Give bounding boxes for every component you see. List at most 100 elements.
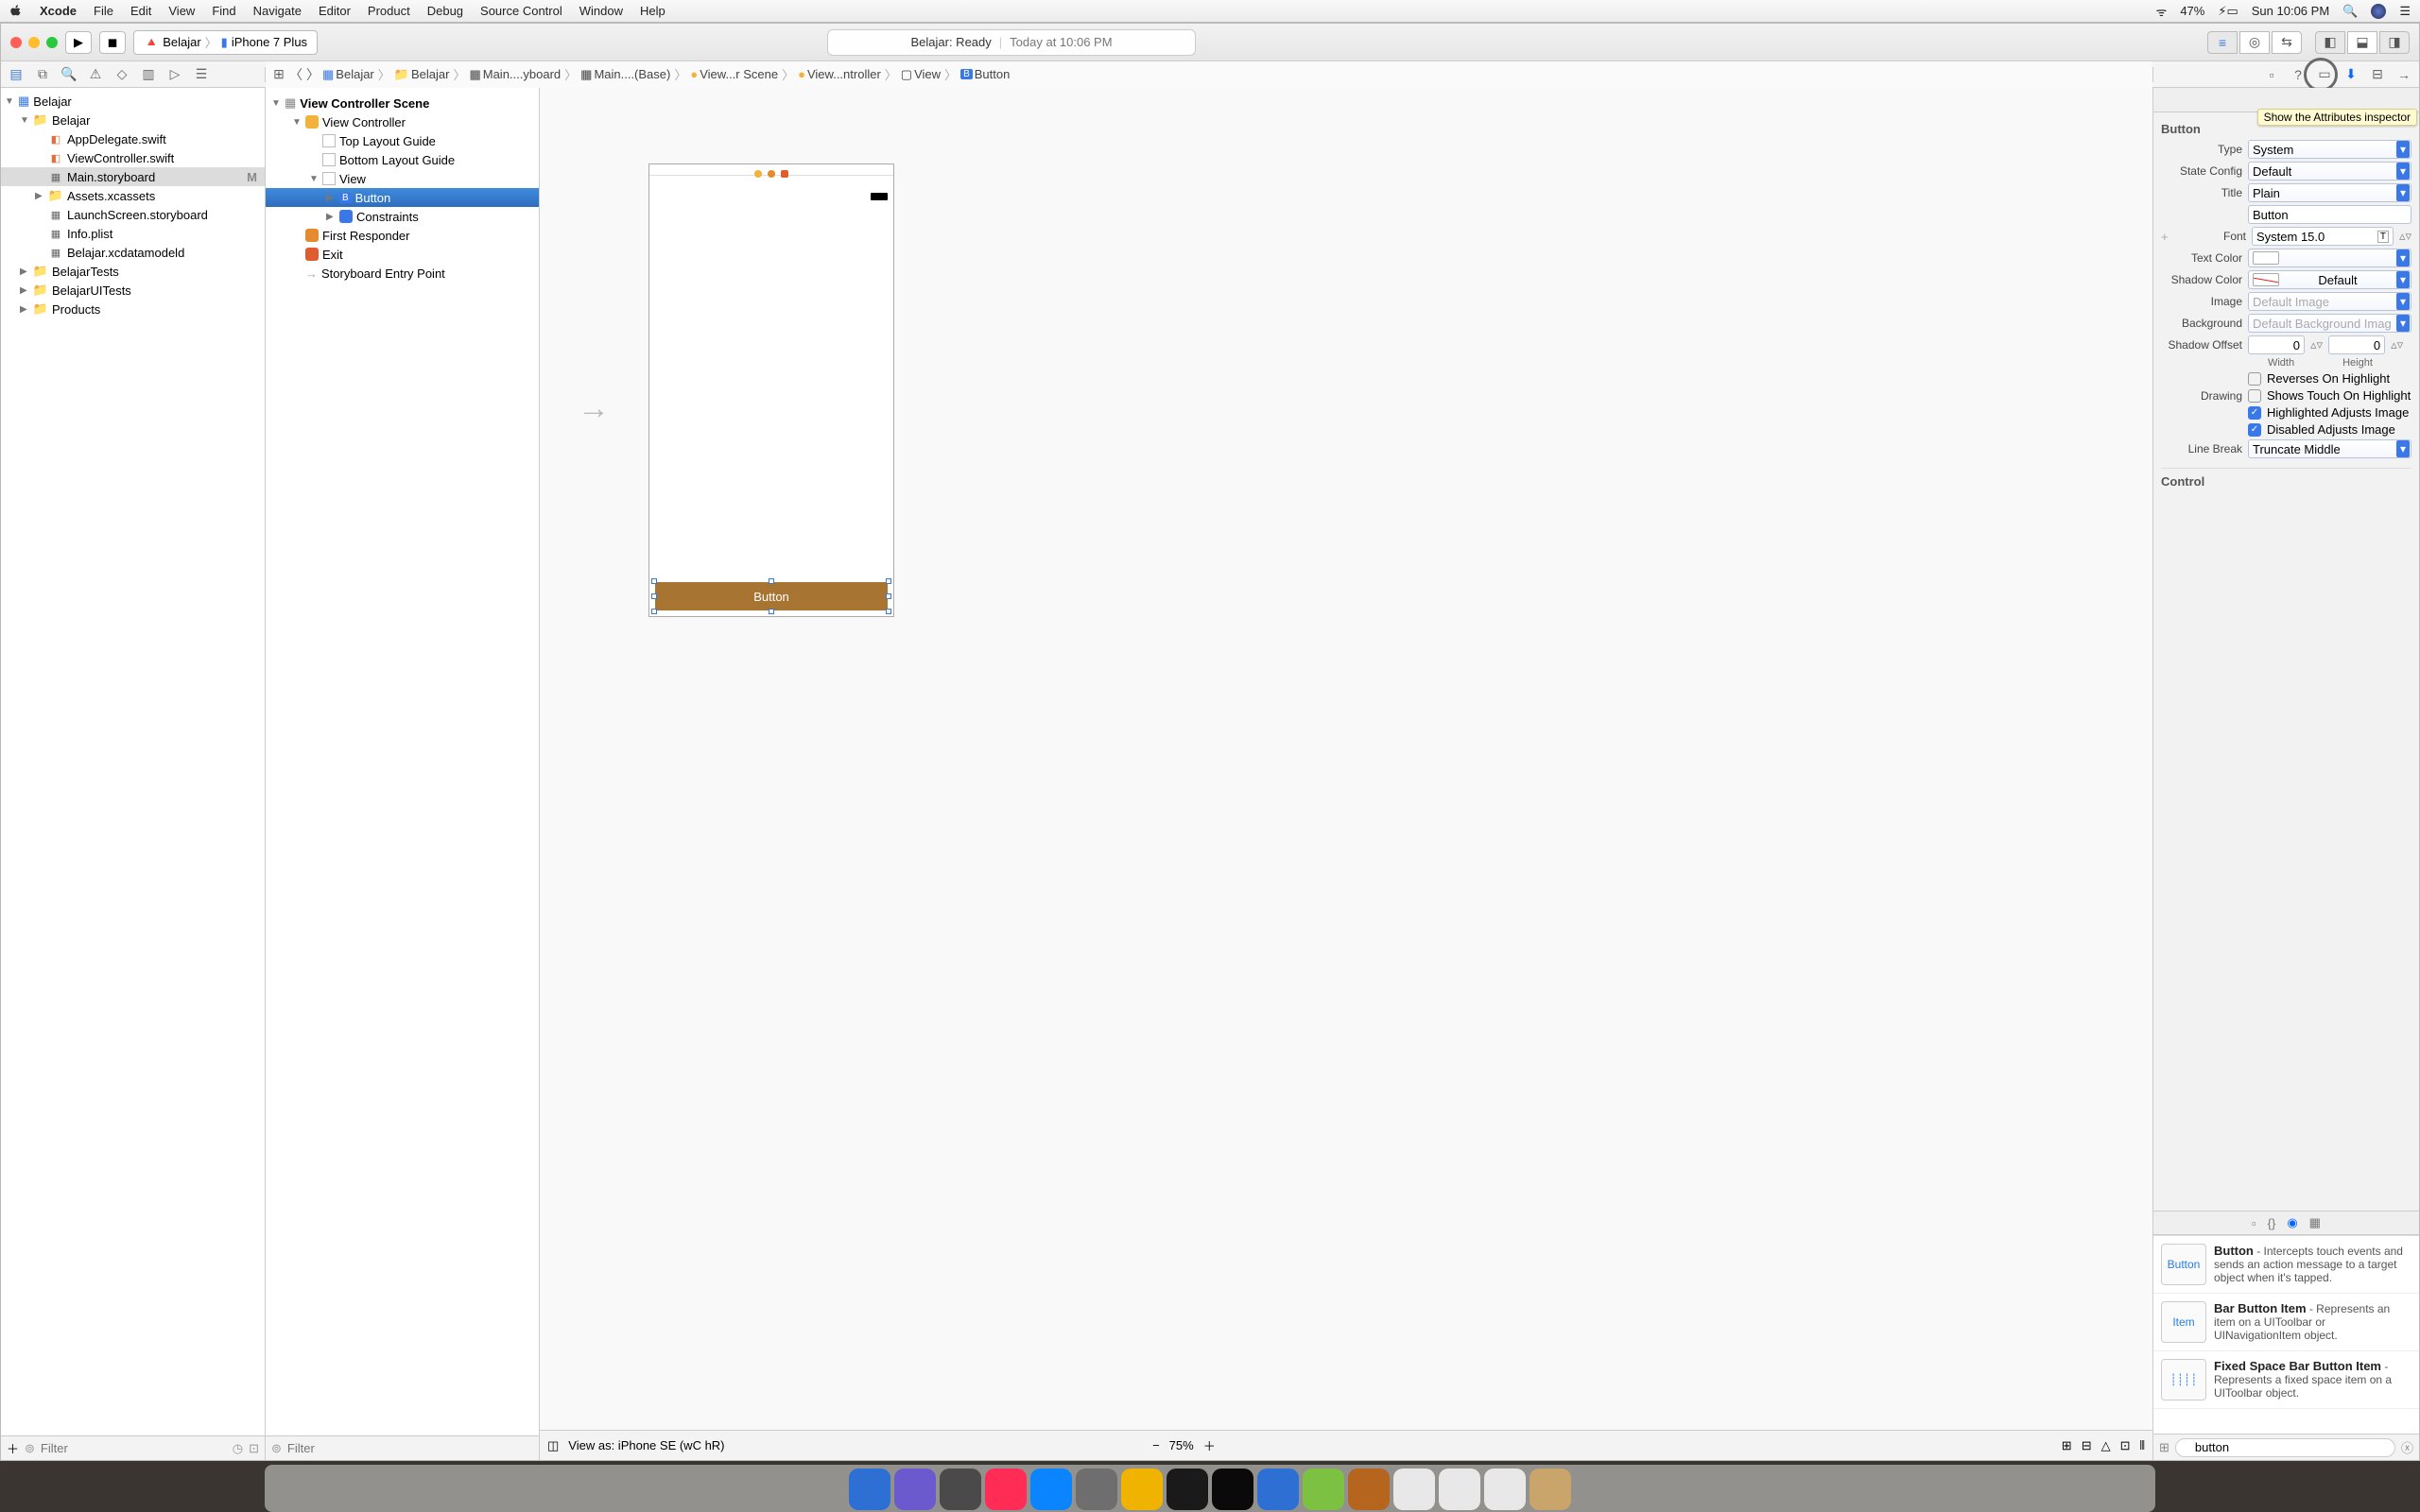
menu-editor[interactable]: Editor xyxy=(319,4,351,18)
nav-item[interactable]: ▶Assets.xcassets xyxy=(1,186,265,205)
nav-item[interactable]: AppDelegate.swift xyxy=(1,129,265,148)
menu-edit[interactable]: Edit xyxy=(130,4,151,18)
device-frame[interactable]: Button xyxy=(648,163,894,617)
find-navigator-icon[interactable]: 🔍 xyxy=(61,67,77,82)
nav-item[interactable]: ViewController.swift xyxy=(1,148,265,167)
dock-app-icon[interactable] xyxy=(1257,1469,1299,1510)
outline-scene[interactable]: ▼▦ View Controller Scene xyxy=(266,94,539,112)
title-input[interactable]: Button xyxy=(2248,205,2411,224)
toggle-utilities-button[interactable]: ◨ xyxy=(2379,31,2410,54)
report-navigator-icon[interactable]: ☰ xyxy=(194,67,209,82)
notification-center-icon[interactable]: ☰ xyxy=(2399,4,2411,19)
outline-item[interactable]: → Storyboard Entry Point xyxy=(266,264,539,283)
object-lib-icon[interactable]: ◉ xyxy=(2287,1215,2297,1230)
nav-item[interactable]: ▼Belajar xyxy=(1,111,265,129)
toggle-navigator-button[interactable]: ◧ xyxy=(2315,31,2345,54)
forward-button[interactable]: 〉 xyxy=(305,67,320,82)
zoom-out-button[interactable]: − xyxy=(1152,1438,1160,1452)
reverses-checkbox[interactable] xyxy=(2248,372,2261,386)
interface-builder-canvas[interactable]: → Button xyxy=(540,88,2152,1430)
add-button[interactable]: ＋ xyxy=(7,1439,19,1457)
zoom-in-button[interactable]: ＋ xyxy=(1203,1436,1216,1454)
state-dropdown[interactable]: Default xyxy=(2248,162,2411,180)
dock-app-icon[interactable] xyxy=(1530,1469,1571,1510)
embed-tool-icon[interactable]: ⊡ xyxy=(2120,1438,2131,1453)
breakpoint-navigator-icon[interactable]: ▷ xyxy=(167,67,182,82)
shows-touch-checkbox[interactable] xyxy=(2248,389,2261,403)
dock-app-icon[interactable] xyxy=(1484,1469,1526,1510)
outline-item[interactable]: ▶B Button xyxy=(266,188,539,207)
back-button[interactable]: 〈 xyxy=(288,67,303,82)
offset-width-input[interactable]: 0 xyxy=(2248,335,2305,354)
offset-height-input[interactable]: 0 xyxy=(2328,335,2385,354)
outline-item[interactable]: Exit xyxy=(266,245,539,264)
dock-app-icon[interactable] xyxy=(1121,1469,1163,1510)
lib-view-toggle-icon[interactable]: ⊞ xyxy=(2159,1440,2169,1455)
dock-app-icon[interactable] xyxy=(1348,1469,1390,1510)
file-inspector-icon[interactable]: ▫ xyxy=(2264,67,2279,82)
disabled-checkbox[interactable]: ✓ xyxy=(2248,423,2261,437)
view-as-label[interactable]: View as: iPhone SE (wC hR) xyxy=(568,1438,724,1452)
pin-tool-icon[interactable]: ⊟ xyxy=(2082,1438,2092,1453)
toggle-outline-icon[interactable]: ◫ xyxy=(547,1438,559,1453)
wifi-icon[interactable]: ᯤ xyxy=(2155,3,2167,20)
nav-item[interactable]: ▶BelajarUITests xyxy=(1,281,265,300)
nav-item[interactable]: ▶Products xyxy=(1,300,265,318)
stack-tool-icon[interactable]: ⫴ xyxy=(2140,1438,2145,1453)
outline-filter-input[interactable] xyxy=(287,1441,533,1455)
menu-window[interactable]: Window xyxy=(579,4,623,18)
font-stepper[interactable]: ▵▿ xyxy=(2399,229,2411,244)
attributes-inspector-icon[interactable]: ⬇ xyxy=(2343,67,2359,82)
version-editor-button[interactable]: ⇆ xyxy=(2272,31,2302,54)
stepper[interactable]: ▵▿ xyxy=(2391,337,2403,352)
align-tool-icon[interactable]: ⊞ xyxy=(2062,1438,2072,1453)
outline-item[interactable]: ▶ Constraints xyxy=(266,207,539,226)
siri-icon[interactable] xyxy=(2371,4,2386,19)
jump-seg[interactable]: View xyxy=(914,67,941,81)
dock-app-icon[interactable] xyxy=(1439,1469,1480,1510)
nav-item[interactable]: LaunchScreen.storyboard xyxy=(1,205,265,224)
assistant-editor-button[interactable]: ◎ xyxy=(2239,31,2270,54)
canvas-button-element[interactable]: Button xyxy=(655,582,888,610)
library-item[interactable]: ButtonButton - Intercepts touch events a… xyxy=(2153,1236,2419,1294)
menu-debug[interactable]: Debug xyxy=(427,4,463,18)
jump-seg[interactable]: Belajar xyxy=(336,67,373,81)
outline-item[interactable]: Bottom Layout Guide xyxy=(266,150,539,169)
menu-app[interactable]: Xcode xyxy=(40,4,77,18)
type-dropdown[interactable]: System xyxy=(2248,140,2411,159)
titlemode-dropdown[interactable]: Plain xyxy=(2248,183,2411,202)
size-inspector-icon[interactable]: ⊟ xyxy=(2370,67,2385,82)
toggle-debug-button[interactable]: ⬓ xyxy=(2347,31,2377,54)
nav-item[interactable]: Info.plist xyxy=(1,224,265,243)
scm-filter-icon[interactable]: ⊡ xyxy=(249,1441,259,1456)
dock-app-icon[interactable] xyxy=(1393,1469,1435,1510)
file-template-lib-icon[interactable]: ▫ xyxy=(2252,1216,2256,1230)
window-close-button[interactable] xyxy=(10,37,22,48)
dock-app-icon[interactable] xyxy=(1030,1469,1072,1510)
menu-sourcecontrol[interactable]: Source Control xyxy=(480,4,562,18)
menu-find[interactable]: Find xyxy=(212,4,235,18)
navigator-filter-input[interactable] xyxy=(41,1441,227,1455)
dock-app-icon[interactable] xyxy=(1076,1469,1117,1510)
dock-app-icon[interactable] xyxy=(894,1469,936,1510)
library-item[interactable]: ┊┊┊┊Fixed Space Bar Button Item - Repres… xyxy=(2153,1351,2419,1409)
jump-seg[interactable]: View...r Scene xyxy=(700,67,778,81)
highlighted-checkbox[interactable]: ✓ xyxy=(2248,406,2261,420)
dock-app-icon[interactable] xyxy=(1303,1469,1344,1510)
spotlight-icon[interactable]: 🔍 xyxy=(2342,4,2358,19)
linebreak-dropdown[interactable]: Truncate Middle xyxy=(2248,439,2411,458)
stepper[interactable]: ▵▿ xyxy=(2310,337,2323,352)
bg-dropdown[interactable]: Default Background Imag xyxy=(2248,314,2411,333)
outline-item[interactable]: First Responder xyxy=(266,226,539,245)
jump-seg[interactable]: Main....(Base) xyxy=(594,67,670,81)
outline-item[interactable]: Top Layout Guide xyxy=(266,131,539,150)
project-root[interactable]: ▼▦ Belajar xyxy=(1,92,265,111)
dock-app-icon[interactable] xyxy=(940,1469,981,1510)
jump-seg[interactable]: Belajar xyxy=(411,67,449,81)
stop-button[interactable]: ◼ xyxy=(99,31,126,54)
symbol-navigator-icon[interactable]: ⧉ xyxy=(35,67,50,82)
media-lib-icon[interactable]: ▦ xyxy=(2309,1215,2321,1230)
dock-app-icon[interactable] xyxy=(1167,1469,1208,1510)
identity-inspector-icon[interactable]: ▭ xyxy=(2317,67,2332,82)
dock-app-icon[interactable] xyxy=(985,1469,1027,1510)
